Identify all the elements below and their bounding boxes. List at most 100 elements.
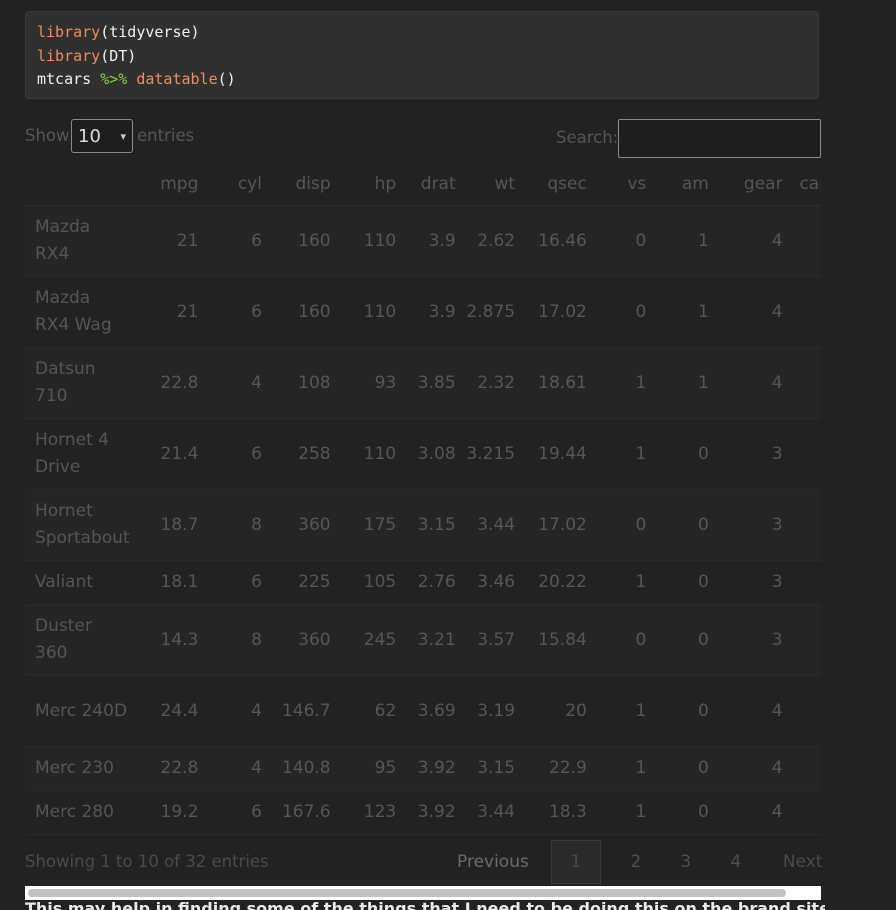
table-footer: Showing 1 to 10 of 32 entries Previous 1… bbox=[25, 840, 822, 884]
cell-cyl: 6 bbox=[206, 418, 270, 490]
table-row[interactable]: Valiant18.162251052.763.4620.221031 bbox=[25, 560, 821, 605]
row-name-cell: Valiant bbox=[25, 560, 136, 605]
cell-qsec: 20 bbox=[523, 675, 595, 747]
cell-drat: 3.21 bbox=[404, 604, 464, 676]
table-row[interactable]: Hornet Sportabout 18.7 8 360 175 3.15 3.44 17.0… bbox=[25, 489, 821, 561]
code-token: datatable bbox=[136, 70, 218, 88]
horizontal-scrollbar[interactable] bbox=[25, 886, 821, 900]
next-page-button[interactable]: Next bbox=[771, 840, 835, 884]
column-header-gear[interactable]: gear bbox=[716, 163, 791, 206]
cell-hp: 93 bbox=[338, 347, 405, 419]
cell-am: 1 bbox=[654, 276, 717, 348]
cell-wt: 3.57 bbox=[463, 604, 524, 676]
row-name-cell: Mazda RX4 Wag bbox=[25, 276, 136, 348]
cell-disp: 160 bbox=[269, 205, 339, 277]
cell-wt: 3.15 bbox=[463, 746, 524, 791]
cell-qsec: 20.22 bbox=[523, 560, 595, 605]
cell-wt: 2.875 bbox=[463, 276, 524, 348]
cell-wt: 2.32 bbox=[463, 347, 524, 419]
cell-carb: 1 bbox=[790, 347, 821, 419]
column-header-drat[interactable]: drat bbox=[404, 163, 464, 206]
cell-disp: 225 bbox=[269, 560, 339, 605]
table-row[interactable]: Mazda RX42161601103.92.6216.460144 bbox=[25, 205, 821, 277]
entries-length-value: 10 bbox=[78, 125, 101, 147]
code-token: mtcars bbox=[37, 70, 101, 88]
cell-drat: 3.69 bbox=[404, 675, 464, 747]
cell-gear: 3 bbox=[716, 560, 791, 605]
cell-am: 0 bbox=[654, 790, 717, 835]
cell-qsec: 17.02 bbox=[523, 276, 595, 348]
page-button-1[interactable]: 1 bbox=[550, 840, 601, 884]
cell-hp: 62 bbox=[338, 675, 405, 747]
table-row[interactable]: Merc 23022.84140.8953.923.1522.91042 bbox=[25, 746, 821, 791]
column-header-mpg[interactable]: mpg bbox=[135, 163, 207, 206]
cell-disp: 146.7 bbox=[269, 675, 339, 747]
column-header-rownames[interactable] bbox=[25, 163, 136, 206]
code-token: library bbox=[37, 23, 101, 41]
pagination: Previous 1 2 3 4 Next bbox=[445, 840, 834, 884]
cell-gear: 3 bbox=[716, 604, 791, 676]
table-controls: Show entries 10 ▾ Search: bbox=[25, 118, 821, 158]
table-row[interactable]: Duster 36014.383602453.213.5715.840034 bbox=[25, 604, 821, 676]
cell-carb: 4 bbox=[790, 276, 821, 348]
cell-gear: 4 bbox=[716, 746, 791, 791]
table-row[interactable]: Hornet 4 Drive 21.4 6 258 110 3.08 3.215 19.44 1… bbox=[25, 418, 821, 490]
column-header-cyl[interactable]: cyl bbox=[206, 163, 270, 206]
cell-qsec: 16.46 bbox=[523, 205, 595, 277]
cell-drat: 3.92 bbox=[404, 790, 464, 835]
column-header-carb[interactable]: carb bbox=[790, 163, 821, 206]
code-line: library(tidyverse) bbox=[37, 21, 807, 45]
cell-wt: 3.46 bbox=[463, 560, 524, 605]
row-name-cell: Hornet 4 Drive bbox=[25, 418, 136, 490]
cell-mpg: 21.4 bbox=[135, 418, 207, 490]
cell-mpg: 18.1 bbox=[135, 560, 207, 605]
page-button-2[interactable]: 2 bbox=[611, 840, 661, 884]
page-button-4[interactable]: 4 bbox=[711, 840, 761, 884]
column-header-wt[interactable]: wt bbox=[463, 163, 524, 206]
code-block: library(tidyverse) library(DT) mtcars %>% … bbox=[25, 11, 819, 99]
cell-carb: 4 bbox=[790, 790, 821, 835]
entries-length-select[interactable]: 10 ▾ bbox=[71, 119, 133, 153]
column-header-disp[interactable]: disp bbox=[269, 163, 339, 206]
search-input[interactable] bbox=[618, 119, 821, 158]
table-row[interactable]: Datsun 71022.84108933.852.3218.611141 bbox=[25, 347, 821, 419]
table-body: Mazda RX42161601103.92.6216.460144Mazda … bbox=[25, 205, 821, 835]
cell-disp: 167.6 bbox=[269, 790, 339, 835]
table-row[interactable]: Mazda RX4 Wag2161601103.92.87517.020144 bbox=[25, 276, 821, 348]
cell-am: 0 bbox=[654, 489, 717, 561]
cell-wt: 3.19 bbox=[463, 675, 524, 747]
cell-gear: 4 bbox=[716, 347, 791, 419]
cell-gear: 4 bbox=[716, 790, 791, 835]
scrollbar-thumb[interactable] bbox=[28, 889, 786, 897]
cell-wt: 3.215 bbox=[463, 418, 524, 490]
code-token: (DT) bbox=[100, 46, 137, 65]
cell-mpg: 21 bbox=[135, 205, 207, 277]
column-header-qsec[interactable]: qsec bbox=[523, 163, 595, 206]
cell-am: 0 bbox=[654, 675, 717, 747]
show-label: Show bbox=[25, 126, 70, 145]
cell-vs: 1 bbox=[594, 746, 655, 791]
cell-cyl: 4 bbox=[206, 347, 270, 419]
cell-drat: 2.76 bbox=[404, 560, 464, 605]
cell-qsec: 17.02 bbox=[523, 489, 595, 561]
cell-cyl: 6 bbox=[206, 205, 270, 277]
previous-page-button[interactable]: Previous bbox=[445, 840, 541, 884]
cell-hp: 175 bbox=[338, 489, 405, 561]
row-name-cell: Merc 240D bbox=[25, 675, 136, 747]
cell-am: 0 bbox=[654, 418, 717, 490]
row-name-cell: Duster 360 bbox=[25, 604, 136, 676]
cell-drat: 3.15 bbox=[404, 489, 464, 561]
column-header-am[interactable]: am bbox=[654, 163, 717, 206]
table-row[interactable]: Merc 240D24.44146.7623.693.19201042 bbox=[25, 675, 821, 747]
cell-gear: 4 bbox=[716, 205, 791, 277]
cell-wt: 3.44 bbox=[463, 489, 524, 561]
page-button-3[interactable]: 3 bbox=[661, 840, 711, 884]
column-header-vs[interactable]: vs bbox=[594, 163, 655, 206]
cell-hp: 245 bbox=[338, 604, 405, 676]
cell-vs: 1 bbox=[594, 347, 655, 419]
table-row[interactable]: Merc 28019.26167.61233.923.4418.31044 bbox=[25, 790, 821, 835]
column-header-hp[interactable]: hp bbox=[338, 163, 405, 206]
cell-carb: 1 bbox=[790, 560, 821, 605]
search-label: Search: bbox=[556, 128, 619, 147]
